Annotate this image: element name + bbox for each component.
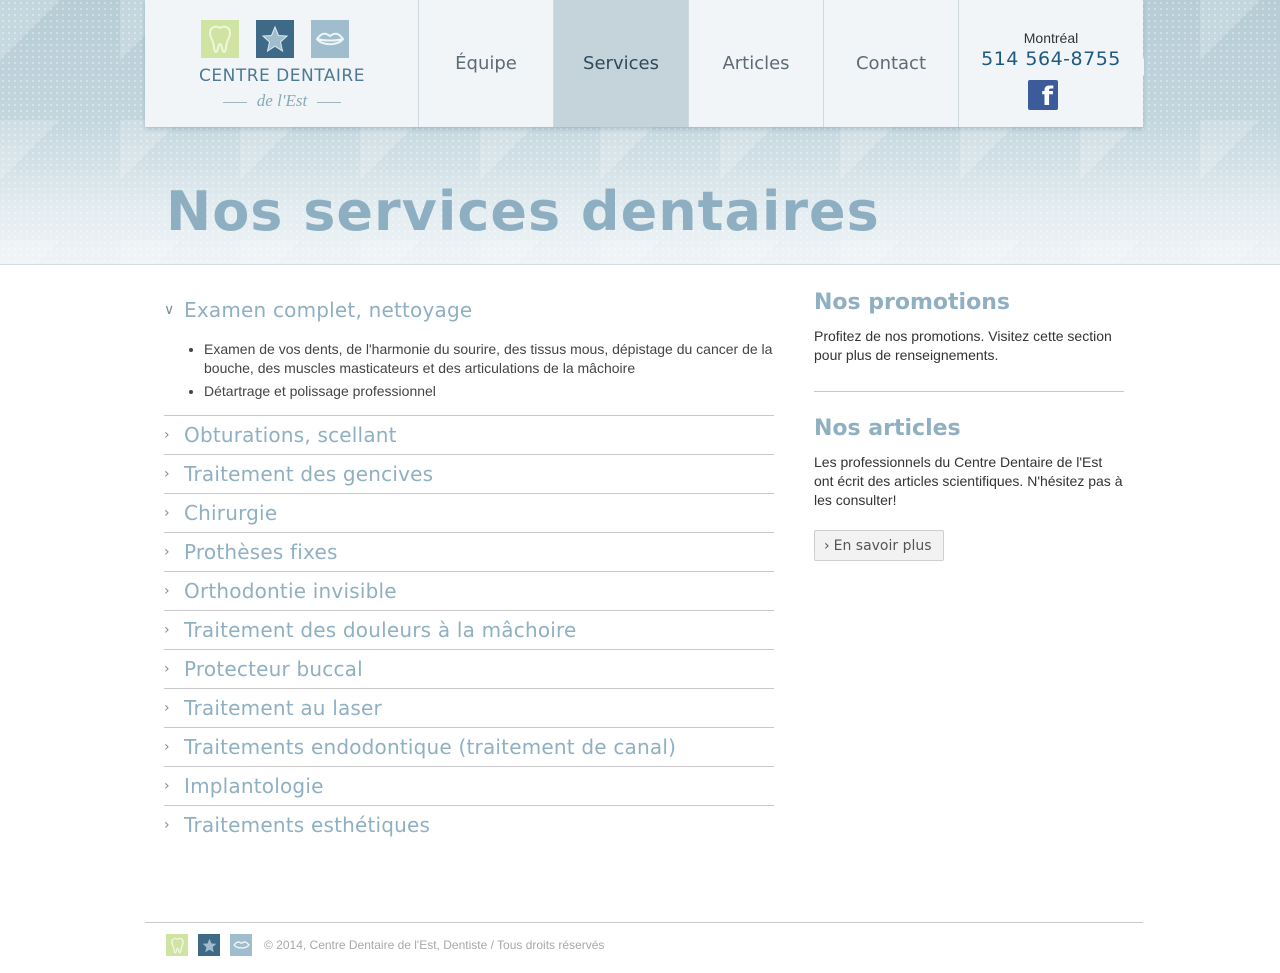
nav-equipe[interactable]: Équipe (419, 0, 554, 127)
chevron-right-icon: › (164, 466, 170, 482)
chevron-right-icon: › (164, 427, 170, 443)
accordion-item: › Traitement des douleurs à la mâchoire (164, 611, 774, 650)
accordion-title: Orthodontie invisible (184, 579, 397, 603)
chevron-right-icon: › (164, 739, 170, 755)
accordion-title: Implantologie (184, 774, 324, 798)
accordion-title: Protecteur buccal (184, 657, 363, 681)
lips-icon (230, 934, 252, 956)
nav-contact[interactable]: Contact (824, 0, 959, 127)
tooth-icon (201, 20, 239, 58)
chevron-right-icon: › (164, 661, 170, 677)
chevron-right-icon: › (164, 622, 170, 638)
accordion-header[interactable]: › Chirurgie (164, 494, 774, 532)
chevron-right-icon: › (164, 700, 170, 716)
accordion-title: Traitement des gencives (184, 462, 434, 486)
accordion-header[interactable]: › Traitement des douleurs à la mâchoire (164, 611, 774, 649)
list-item: Examen de vos dents, de l'harmonie du so… (204, 340, 774, 378)
accordion-header[interactable]: › Obturations, scellant (164, 416, 774, 454)
accordion-header[interactable]: ∨ Examen complet, nettoyage (164, 290, 774, 330)
accordion-header[interactable]: › Protecteur buccal (164, 650, 774, 688)
accordion-title: Prothèses fixes (184, 540, 338, 564)
star-icon (198, 934, 220, 956)
services-accordion: ∨ Examen complet, nettoyage Examen de vo… (164, 290, 774, 844)
contact-block: Montréal 514 564-8755 f (959, 0, 1143, 127)
contact-phone[interactable]: 514 564-8755 (959, 48, 1143, 70)
sidebar: Nos promotions Profitez de nos promotion… (814, 290, 1124, 561)
chevron-right-icon: › (164, 505, 170, 521)
accordion-item: › Orthodontie invisible (164, 572, 774, 611)
chevron-right-icon: › (164, 778, 170, 794)
page-title: Nos services dentaires (166, 180, 880, 243)
chevron-right-icon: › (164, 544, 170, 560)
footer: © 2014, Centre Dentaire de l'Est, Dentis… (166, 934, 604, 956)
accordion-title: Examen complet, nettoyage (184, 298, 473, 322)
accordion-item: › Obturations, scellant (164, 416, 774, 455)
logo-rule-right (317, 101, 342, 103)
accordion-item: ∨ Examen complet, nettoyage Examen de vo… (164, 290, 774, 416)
accordion-title: Traitements endodontique (traitement de … (184, 735, 677, 759)
articles-text: Les professionnels du Centre Dentaire de… (814, 454, 1123, 508)
accordion-item: › Implantologie (164, 767, 774, 806)
accordion-header[interactable]: › Traitement au laser (164, 689, 774, 727)
accordion-body: Examen de vos dents, de l'harmonie du so… (164, 330, 774, 415)
accordion-title: Traitement au laser (184, 696, 382, 720)
contact-city: Montréal (1023, 30, 1079, 46)
accordion-title: Chirurgie (184, 501, 278, 525)
tooth-icon (166, 934, 188, 956)
accordion-header[interactable]: › Prothèses fixes (164, 533, 774, 571)
footer-divider (145, 922, 1143, 923)
lips-icon (311, 20, 349, 58)
accordion-header[interactable]: › Orthodontie invisible (164, 572, 774, 610)
promotions-text: Profitez de nos promotions. Visitez cett… (814, 328, 1112, 363)
sidebar-divider (814, 391, 1124, 392)
chevron-down-icon: ∨ (164, 302, 175, 318)
logo-subtitle: de l'Est (145, 91, 419, 111)
logo[interactable]: CENTRE DENTAIRE de l'Est (145, 0, 419, 127)
list-item: Détartrage et polissage professionnel (204, 382, 774, 401)
accordion-header[interactable]: › Traitement des gencives (164, 455, 774, 493)
star-icon (256, 20, 294, 58)
logo-rule-left (222, 101, 247, 103)
read-more-label: En savoir plus (833, 537, 932, 554)
accordion-item: › Traitement des gencives (164, 455, 774, 494)
logo-title: CENTRE DENTAIRE (199, 66, 365, 86)
accordion-header[interactable]: › Traitements esthétiques (164, 806, 774, 844)
accordion-title: Obturations, scellant (184, 423, 397, 447)
accordion-item: › Traitement au laser (164, 689, 774, 728)
site-header: CENTRE DENTAIRE de l'Est Équipe Services… (145, 0, 1143, 127)
accordion-title: Traitement des douleurs à la mâchoire (184, 618, 577, 642)
accordion-item: › Chirurgie (164, 494, 774, 533)
accordion-item: › Protecteur buccal (164, 650, 774, 689)
accordion-header[interactable]: › Traitements endodontique (traitement de… (164, 728, 774, 766)
articles-title[interactable]: Nos articles (814, 416, 1124, 441)
chevron-right-icon: › (824, 537, 830, 554)
promotions-title[interactable]: Nos promotions (814, 290, 1124, 315)
accordion-title: Traitements esthétiques (184, 813, 431, 837)
nav-articles[interactable]: Articles (689, 0, 824, 127)
logo-icons (201, 20, 349, 58)
chevron-right-icon: › (164, 583, 170, 599)
footer-copyright: © 2014, Centre Dentaire de l'Est, Dentis… (264, 938, 605, 952)
accordion-item: › Prothèses fixes (164, 533, 774, 572)
read-more-button[interactable]: › En savoir plus (814, 530, 944, 561)
logo-subtitle-text: de l'Est (256, 91, 308, 110)
chevron-right-icon: › (164, 817, 170, 833)
accordion-item: › Traitements esthétiques (164, 806, 774, 844)
header-arrow-tab (1135, 58, 1144, 76)
accordion-header[interactable]: › Implantologie (164, 767, 774, 805)
nav-services[interactable]: Services (554, 0, 689, 127)
facebook-icon[interactable]: f (1028, 80, 1058, 110)
accordion-item: › Traitements endodontique (traitement de… (164, 728, 774, 767)
